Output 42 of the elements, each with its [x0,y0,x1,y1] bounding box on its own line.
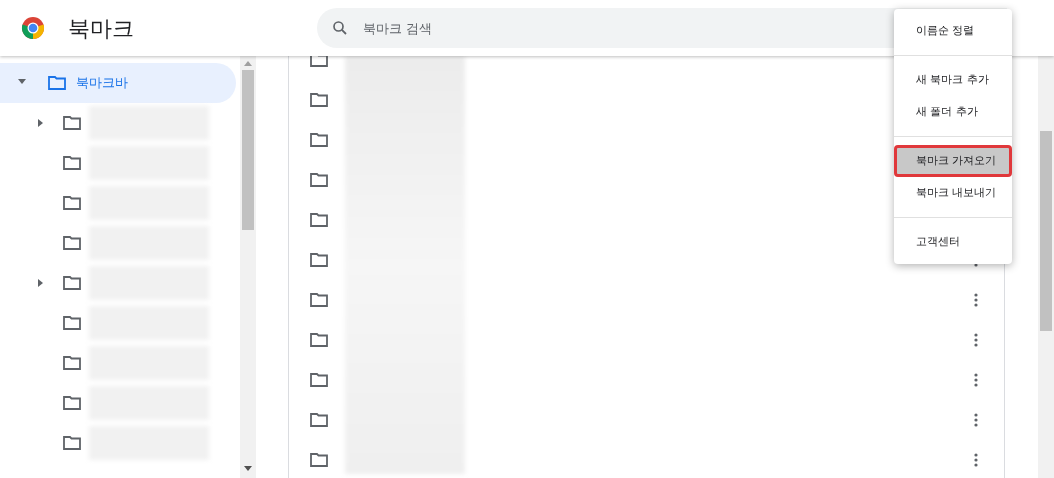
search-icon [331,19,349,37]
more-options-icon[interactable] [974,373,978,387]
folder-icon [310,413,328,427]
sidebar-item[interactable]: 북마크바 [0,63,236,103]
expand-arrow-icon[interactable] [38,119,43,127]
scroll-up-icon[interactable] [244,60,252,66]
page-title: 북마크 [68,14,134,43]
scroll-down-icon[interactable] [244,466,252,472]
menu-item[interactable]: 새 폴더 추가 [894,96,1012,128]
folder-icon [63,236,81,250]
folder-icon [63,396,81,410]
folder-icon [310,93,328,107]
folder-icon [63,156,81,170]
folder-icon [310,333,328,347]
menu-item[interactable]: 북마크 가져오기 [894,145,1012,177]
more-options-icon[interactable] [974,453,978,467]
folder-icon [310,133,328,147]
menu-item[interactable]: 새 북마크 추가 [894,64,1012,96]
folder-icon [63,316,81,330]
folder-icon [310,213,328,227]
chrome-logo-icon [21,16,45,40]
folder-icon [310,173,328,187]
more-options-icon[interactable] [974,293,978,307]
folder-icon [63,276,81,290]
folder-label: 북마크바 [76,74,128,93]
folder-icon [310,373,328,387]
more-options-icon[interactable] [974,413,978,427]
folder-icon [63,116,81,130]
folder-icon [310,453,328,467]
more-options-icon[interactable] [974,333,978,347]
menu-item[interactable]: 북마크 내보내기 [894,177,1012,209]
folder-icon [310,253,328,267]
folder-icon [63,196,81,210]
scrollbar[interactable] [1038,56,1054,478]
folder-icon [48,76,66,90]
expand-arrow-icon[interactable] [38,279,43,287]
folder-icon [310,56,328,67]
menu-item[interactable]: 고객센터 [894,226,1012,258]
scrollbar[interactable] [240,56,256,478]
folder-icon [63,356,81,370]
folder-icon [63,436,81,450]
folder-icon [310,293,328,307]
